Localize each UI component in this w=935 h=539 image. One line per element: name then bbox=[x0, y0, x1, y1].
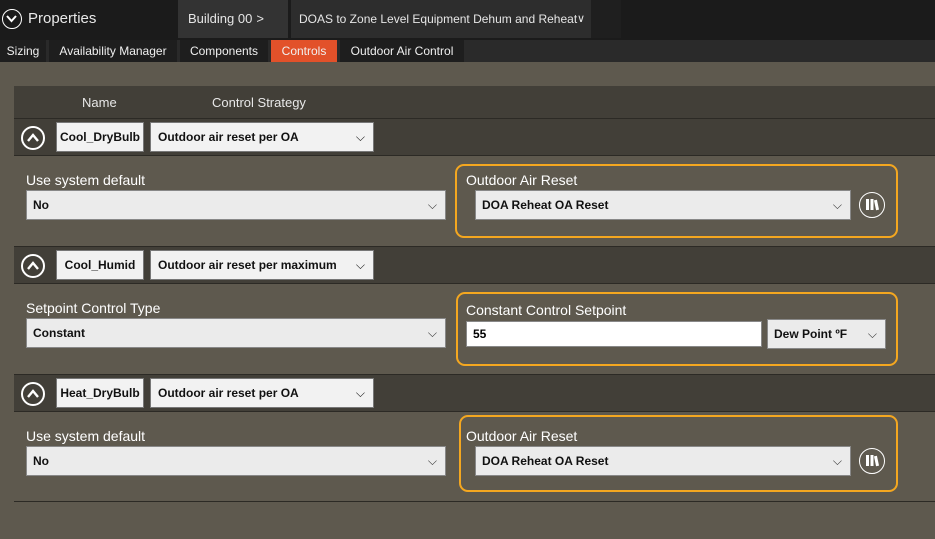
chevron-down-icon: ⌵ bbox=[355, 258, 365, 272]
group-row-cool-humid: Cool_Humid Outdoor air reset per maximum… bbox=[14, 246, 935, 284]
library-icon[interactable] bbox=[859, 192, 885, 218]
collapse-group-icon[interactable] bbox=[21, 254, 45, 278]
outdoor-air-reset-value: DOA Reheat OA Reset bbox=[482, 198, 609, 212]
chevron-down-icon: ⌵ bbox=[832, 454, 842, 468]
setpoint-control-type-select[interactable]: Constant ⌵ bbox=[26, 318, 446, 348]
breadcrumb-building[interactable]: Building 00 > bbox=[178, 0, 288, 38]
group-name: Cool_DryBulb bbox=[56, 122, 144, 152]
tab-components[interactable]: Components bbox=[180, 40, 268, 62]
group-name: Cool_Humid bbox=[56, 250, 144, 280]
chevron-down-icon: ⌵ bbox=[355, 130, 365, 144]
tab-bar: Sizing Availability Manager Components C… bbox=[0, 40, 935, 62]
group-detail-cool-humid: Setpoint Control Type Constant ⌵ Constan… bbox=[14, 284, 935, 374]
panel-title: Properties bbox=[28, 10, 97, 27]
chevron-down-icon: ⌵ bbox=[427, 454, 437, 468]
outdoor-air-reset-select[interactable]: DOA Reheat OA Reset ⌵ bbox=[475, 190, 851, 220]
outdoor-air-reset-select[interactable]: DOA Reheat OA Reset ⌵ bbox=[475, 446, 851, 476]
column-header: Name Control Strategy bbox=[14, 86, 935, 118]
collapse-panel-icon[interactable] bbox=[2, 9, 22, 29]
outdoor-air-reset-value: DOA Reheat OA Reset bbox=[482, 454, 609, 468]
tab-controls[interactable]: Controls bbox=[271, 40, 337, 62]
control-strategy-value: Outdoor air reset per maximum bbox=[158, 258, 337, 272]
constant-control-setpoint-input[interactable] bbox=[466, 321, 762, 347]
chevron-down-icon: ⌵ bbox=[427, 198, 437, 212]
breadcrumb-building-label: Building 00 bbox=[188, 11, 253, 26]
chevron-down-icon: ⌵ bbox=[427, 326, 437, 340]
control-strategy-select[interactable]: Outdoor air reset per OA ⌵ bbox=[150, 122, 374, 152]
control-strategy-value: Outdoor air reset per OA bbox=[158, 386, 299, 400]
setpoint-unit-value: Dew Point ºF bbox=[774, 327, 848, 341]
collapse-group-icon[interactable] bbox=[21, 126, 45, 150]
group-name: Heat_DryBulb bbox=[56, 378, 144, 408]
group-detail-heat-drybulb: Use system default No ⌵ Outdoor Air Rese… bbox=[14, 412, 935, 502]
setpoint-control-type-label: Setpoint Control Type bbox=[26, 300, 161, 316]
group-row-heat-drybulb: Heat_DryBulb Outdoor air reset per OA ⌵ bbox=[14, 374, 935, 412]
use-system-default-label: Use system default bbox=[26, 172, 146, 188]
column-strategy-header: Control Strategy bbox=[212, 95, 306, 110]
breadcrumb-system-label: DOAS to Zone Level Equipment Dehum and R… bbox=[299, 12, 578, 26]
tab-availability-manager[interactable]: Availability Manager bbox=[49, 40, 177, 62]
control-strategy-select[interactable]: Outdoor air reset per OA ⌵ bbox=[150, 378, 374, 408]
use-system-default-value: No bbox=[33, 198, 49, 212]
use-system-default-select[interactable]: No ⌵ bbox=[26, 190, 446, 220]
control-strategy-select[interactable]: Outdoor air reset per maximum ⌵ bbox=[150, 250, 374, 280]
titlebar-edge bbox=[591, 0, 621, 38]
control-strategy-value: Outdoor air reset per OA bbox=[158, 130, 299, 144]
title-bar: Properties Building 00 > DOAS to Zone Lev… bbox=[0, 0, 935, 40]
divider bbox=[14, 501, 935, 502]
tab-outdoor-air-control[interactable]: Outdoor Air Control bbox=[340, 40, 464, 62]
constant-control-setpoint-label: Constant Control Setpoint bbox=[466, 302, 627, 318]
chevron-down-icon: ⌵ bbox=[355, 386, 365, 400]
chevron-down-icon: ⌵ bbox=[832, 198, 842, 212]
chevron-down-icon: ⌵ bbox=[867, 327, 877, 341]
library-icon[interactable] bbox=[859, 448, 885, 474]
chevron-down-icon[interactable]: ∨ bbox=[577, 0, 585, 38]
use-system-default-select[interactable]: No ⌵ bbox=[26, 446, 446, 476]
tab-sizing[interactable]: Sizing bbox=[0, 40, 46, 62]
use-system-default-label: Use system default bbox=[26, 428, 146, 444]
outdoor-air-reset-label: Outdoor Air Reset bbox=[466, 428, 578, 444]
outdoor-air-reset-label: Outdoor Air Reset bbox=[466, 172, 578, 188]
column-name-header: Name bbox=[82, 95, 117, 110]
setpoint-control-type-value: Constant bbox=[33, 326, 85, 340]
breadcrumb-separator: > bbox=[256, 11, 264, 26]
breadcrumb-system[interactable]: DOAS to Zone Level Equipment Dehum and R… bbox=[291, 0, 591, 38]
use-system-default-value: No bbox=[33, 454, 49, 468]
setpoint-unit-select[interactable]: Dew Point ºF ⌵ bbox=[767, 319, 886, 349]
group-row-cool-drybulb: Cool_DryBulb Outdoor air reset per OA ⌵ bbox=[14, 118, 935, 156]
collapse-group-icon[interactable] bbox=[21, 382, 45, 406]
group-detail-cool-drybulb: Use system default No ⌵ Outdoor Air Rese… bbox=[14, 156, 935, 246]
